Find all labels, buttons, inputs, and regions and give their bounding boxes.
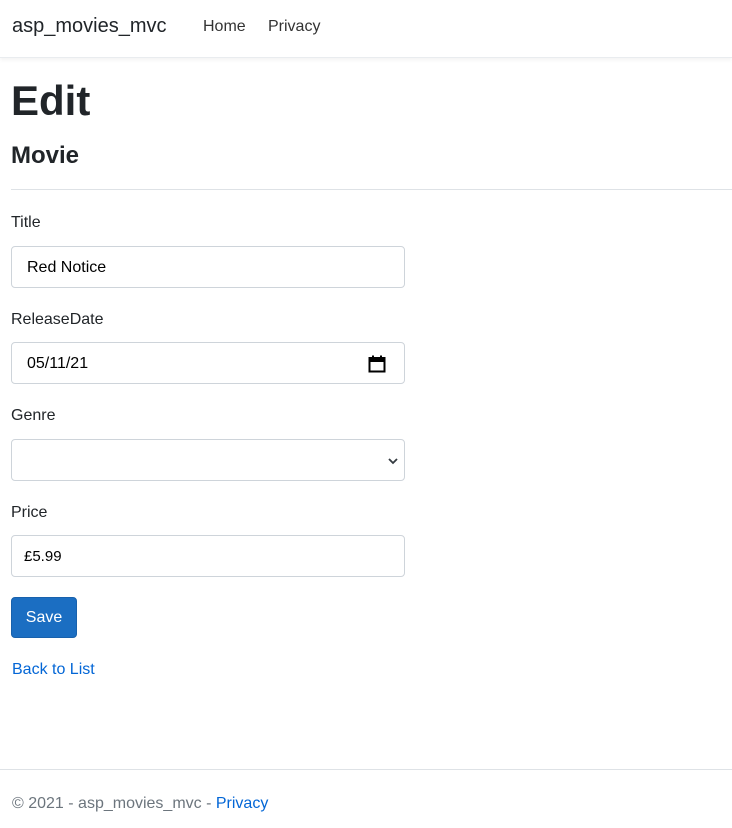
navbar: asp_movies_mvc Home Privacy bbox=[0, 0, 732, 58]
calendar-icon[interactable] bbox=[368, 355, 386, 373]
page-subtitle: Movie bbox=[11, 142, 80, 169]
release-date-value: 05/11/21 bbox=[27, 355, 89, 372]
title-input[interactable]: Red Notice bbox=[11, 246, 405, 288]
save-button[interactable]: Save bbox=[11, 597, 77, 638]
footer-copyright: © 2021 - asp_movies_mvc - bbox=[12, 795, 216, 812]
page-title: Edit bbox=[11, 77, 91, 124]
title-input-value: Red Notice bbox=[27, 259, 107, 276]
price-input[interactable]: £5.99 bbox=[11, 535, 405, 577]
footer-privacy-link[interactable]: Privacy bbox=[216, 795, 268, 812]
release-date-label: ReleaseDate bbox=[11, 311, 104, 328]
release-date-input[interactable]: 05/11/21 bbox=[11, 342, 405, 384]
genre-select[interactable] bbox=[11, 439, 405, 481]
brand-link[interactable]: asp_movies_mvc bbox=[12, 15, 167, 38]
nav-home-link[interactable]: Home bbox=[203, 18, 246, 36]
price-input-value: £5.99 bbox=[24, 548, 62, 565]
divider bbox=[11, 189, 732, 190]
chevron-down-icon bbox=[388, 458, 398, 465]
nav-privacy-link[interactable]: Privacy bbox=[268, 18, 320, 36]
genre-label: Genre bbox=[11, 407, 56, 424]
footer: © 2021 - asp_movies_mvc - Privacy bbox=[12, 795, 268, 813]
footer-divider bbox=[0, 769, 732, 770]
title-label: Title bbox=[11, 214, 41, 231]
back-to-list-link[interactable]: Back to List bbox=[12, 661, 95, 679]
price-label: Price bbox=[11, 504, 48, 521]
